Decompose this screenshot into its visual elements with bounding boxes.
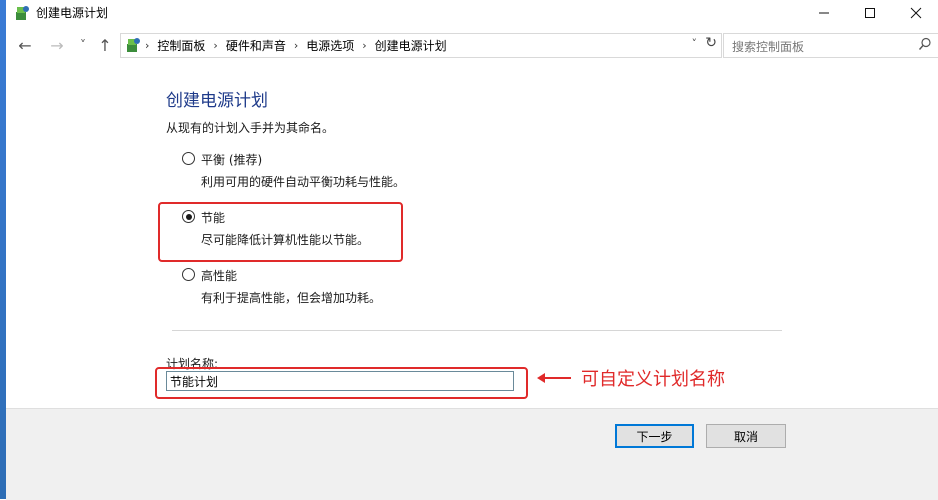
- radio-high-performance[interactable]: [182, 268, 195, 281]
- highlight-box-plan-name: [155, 367, 528, 399]
- search-input[interactable]: 搜索控制面板: [732, 38, 804, 55]
- refresh-icon[interactable]: ↻: [705, 35, 717, 51]
- breadcrumb-item-hardware-sound[interactable]: 硬件和声音: [226, 37, 286, 54]
- breadcrumb-item-power-options[interactable]: 电源选项: [306, 37, 354, 54]
- breadcrumb-separator-icon[interactable]: ›: [294, 39, 298, 52]
- maximize-icon: [865, 8, 875, 18]
- breadcrumb: › 控制面板 › 硬件和声音 › 电源选项 › 创建电源计划: [145, 37, 447, 54]
- option-label: 平衡 (推荐): [201, 153, 263, 167]
- option-description: 利用可用的硬件自动平衡功耗与性能。: [201, 175, 406, 189]
- button-bar: 下一步 取消: [6, 408, 938, 500]
- breadcrumb-separator-icon[interactable]: ›: [213, 39, 217, 52]
- up-button[interactable]: ↑: [94, 34, 116, 56]
- address-bar[interactable]: › 控制面板 › 硬件和声音 › 电源选项 › 创建电源计划 ˅ ↻: [120, 33, 722, 58]
- breadcrumb-item-create-plan[interactable]: 创建电源计划: [375, 37, 447, 54]
- option-description: 有利于提高性能，但会增加功耗。: [201, 291, 382, 305]
- minimize-button[interactable]: [801, 0, 847, 26]
- close-icon: [910, 7, 922, 19]
- address-row: ← → ˅ ↑ › 控制面板 › 硬件和声音 › 电源选项 › 创建电源计划 ˅…: [6, 30, 938, 60]
- forward-button[interactable]: →: [46, 34, 68, 56]
- maximize-button[interactable]: [847, 0, 893, 26]
- next-button[interactable]: 下一步: [615, 424, 694, 448]
- annotation: 可自定义计划名称: [537, 365, 725, 391]
- annotation-text: 可自定义计划名称: [581, 369, 725, 390]
- window-title: 创建电源计划: [36, 6, 109, 20]
- arrow-shaft: [545, 377, 571, 379]
- arrow-left-icon: [537, 373, 545, 383]
- option-label: 高性能: [201, 269, 238, 283]
- back-button[interactable]: ←: [14, 34, 36, 56]
- power-options-icon: [127, 38, 140, 52]
- address-history-dropdown[interactable]: ˅: [692, 37, 698, 50]
- search-icon[interactable]: [918, 37, 932, 51]
- breadcrumb-item-control-panel[interactable]: 控制面板: [157, 37, 205, 54]
- close-button[interactable]: [893, 0, 938, 26]
- divider: [172, 330, 782, 331]
- recent-locations-button[interactable]: ˅: [72, 34, 94, 56]
- page-title: 创建电源计划: [166, 91, 268, 111]
- chevron-down-icon: ˅: [80, 38, 86, 52]
- breadcrumb-separator-icon: ›: [145, 39, 150, 52]
- search-box[interactable]: 搜索控制面板: [723, 33, 938, 58]
- forward-arrow-icon: →: [50, 35, 64, 55]
- title-bar: 创建电源计划: [6, 0, 938, 26]
- page-intro: 从现有的计划入手并为其命名。: [166, 121, 335, 135]
- main-content: 创建电源计划 从现有的计划入手并为其命名。 平衡 (推荐) 利用可用的硬件自动平…: [6, 64, 938, 408]
- up-arrow-icon: ↑: [98, 35, 112, 55]
- cancel-button[interactable]: 取消: [706, 424, 786, 448]
- breadcrumb-separator-icon[interactable]: ›: [362, 39, 366, 52]
- back-arrow-icon: ←: [18, 35, 32, 55]
- highlight-box-power-saver: [158, 202, 403, 262]
- minimize-icon: [819, 12, 829, 14]
- power-options-icon: [16, 6, 29, 20]
- radio-balanced[interactable]: [182, 152, 195, 165]
